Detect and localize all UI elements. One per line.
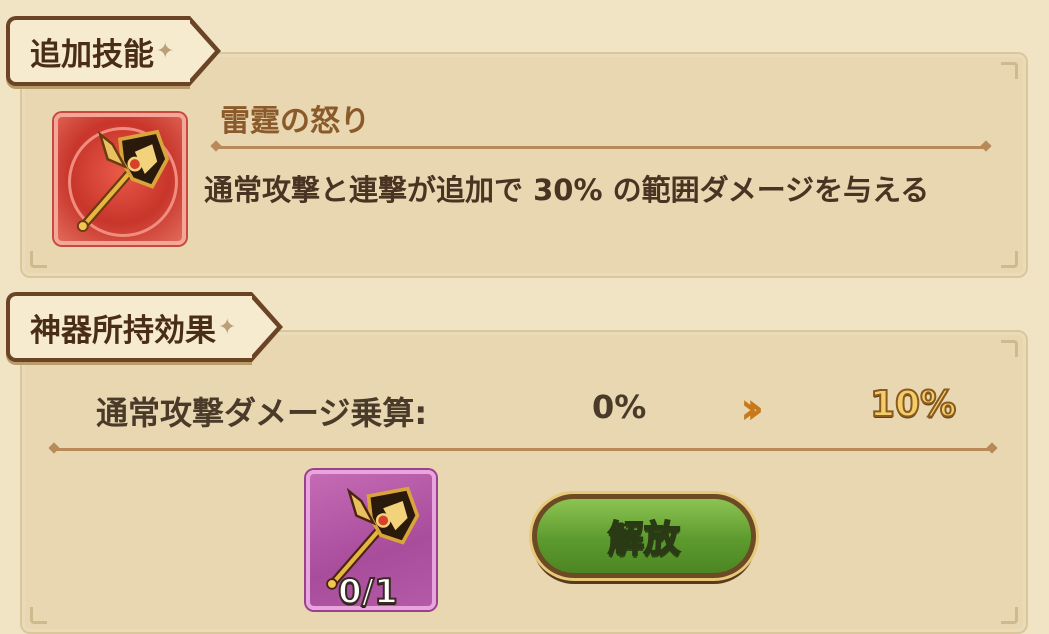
release-button[interactable]: 解放	[532, 494, 756, 578]
section-title-skill: 追加技能 ✦	[6, 16, 222, 86]
divider	[54, 448, 992, 451]
sparkle-icon: ✦	[218, 314, 237, 340]
effect-next-value: 10%	[869, 383, 957, 426]
item-count: 0/1	[337, 571, 399, 613]
panel-corner-ornament	[1001, 251, 1018, 268]
panel-corner-ornament	[30, 607, 47, 624]
skill-description: 通常攻撃と連撃が追加で 30% の範囲ダメージを与える	[204, 173, 930, 207]
skill-name: 雷霆の怒り	[220, 104, 370, 139]
section-title-skill-label: 追加技能	[30, 36, 154, 73]
section-title-effect: 神器所持効果 ✦	[6, 292, 284, 362]
release-button-label: 解放	[607, 518, 681, 561]
double-chevron-right-icon: ››	[740, 383, 765, 434]
divider	[216, 146, 986, 149]
axe-graphic	[76, 129, 170, 233]
panel-corner-ornament	[1001, 607, 1018, 624]
section-title-effect-label: 神器所持効果	[30, 312, 216, 349]
panel-corner-ornament	[1001, 62, 1018, 79]
sparkle-icon: ✦	[156, 38, 175, 64]
panel-corner-ornament	[30, 251, 47, 268]
artifact-effect-panel	[20, 330, 1028, 634]
effect-current-value: 0%	[592, 388, 647, 426]
panel-corner-ornament	[1001, 340, 1018, 357]
effect-stat-label: 通常攻撃ダメージ乗算:	[96, 394, 428, 432]
golden-axe-icon	[54, 113, 186, 245]
